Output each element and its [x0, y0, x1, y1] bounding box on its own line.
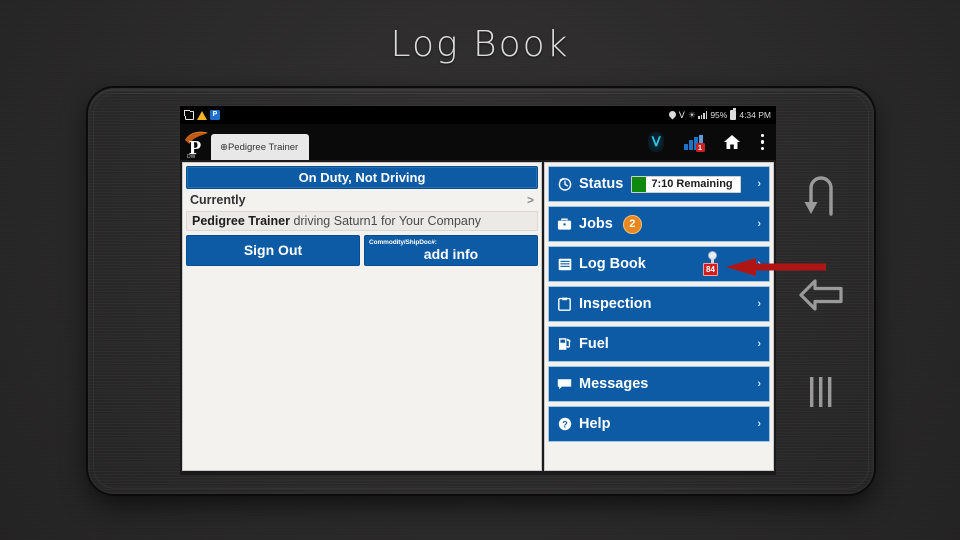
status-bar-right-icons: ᐯ ☀ 95% 4:34 PM — [669, 108, 771, 120]
chevron-right-icon: › — [757, 298, 761, 310]
jobs-count-badge: 2 — [622, 214, 642, 234]
chevron-right-icon: › — [757, 218, 761, 230]
menu-label-log-book: Log Book — [579, 256, 646, 272]
back-icon[interactable] — [798, 275, 844, 315]
main-menu-panel: Status 7:10 Remaining › Jobs 2 › Log Boo… — [544, 162, 774, 471]
chevron-right-icon: › — [757, 258, 761, 270]
chevron-right-icon: › — [757, 418, 761, 430]
app-bar: P DW ⊕Pedigree Trainer ᐯ 1 — [180, 124, 776, 160]
menu-item-fuel[interactable]: Fuel › — [548, 326, 770, 362]
battery-icon — [730, 108, 737, 120]
menu-label-fuel: Fuel — [579, 336, 609, 352]
status-remaining-pill: 7:10 Remaining — [631, 175, 741, 193]
chevron-right-icon: › — [757, 178, 761, 190]
pedigree-app-icon: P — [210, 110, 220, 120]
signal-badge-count: 1 — [695, 142, 705, 152]
svg-text:DW: DW — [187, 154, 196, 159]
clipboard-icon — [557, 297, 572, 311]
screenshot-icon — [184, 109, 194, 120]
chevron-right-icon: › — [757, 338, 761, 350]
clock-icon — [557, 177, 572, 191]
clock-label: 4:34 PM — [739, 110, 771, 120]
overflow-menu-icon[interactable] — [760, 133, 764, 151]
menu-label-help: Help — [579, 416, 611, 432]
log-book-badge-count: 84 — [703, 263, 718, 276]
rotate-back-icon[interactable] — [801, 170, 841, 216]
location-pin-icon — [669, 111, 676, 120]
menu-label-messages: Messages — [579, 376, 649, 392]
chevron-right-icon: › — [757, 378, 761, 390]
pedigree-logo-icon: P DW — [183, 129, 209, 159]
app-content: On Duty, Not Driving Currently > Pedigre… — [180, 160, 776, 475]
bluetooth-icon: ᐯ — [678, 109, 685, 120]
driver-detail: driving Saturn1 for Your Company — [289, 214, 482, 228]
bluetooth-icon[interactable]: ᐯ — [648, 132, 665, 152]
speech-bubble-icon — [557, 378, 572, 390]
left-panel-empty-area — [186, 270, 538, 467]
briefcase-icon — [557, 218, 572, 231]
status-color-swatch — [632, 176, 647, 192]
app-bar-actions: ᐯ 1 — [648, 124, 776, 160]
menu-item-help[interactable]: ? Help › — [548, 406, 770, 442]
svg-text:?: ? — [562, 419, 568, 429]
currently-row[interactable]: Currently > — [186, 193, 538, 207]
menu-label-jobs: Jobs — [579, 216, 613, 232]
page-title: Log Book — [390, 24, 570, 65]
menu-item-inspection[interactable]: Inspection › — [548, 286, 770, 322]
currently-label: Currently — [190, 193, 246, 207]
list-lines-icon — [557, 258, 572, 271]
signal-strength-icon[interactable]: 1 — [684, 134, 705, 152]
log-book-hours-indicator: 84 — [701, 251, 727, 279]
add-info-button[interactable]: Commodity/ShipDoc#: add info — [364, 235, 538, 266]
android-status-bar: P ᐯ ☀ 95% 4:34 PM — [180, 106, 776, 124]
battery-percent-label: 95% — [710, 110, 728, 120]
driver-name: Pedigree Trainer — [192, 214, 290, 228]
cell-signal-icon — [697, 111, 708, 119]
browser-tab-pedigree-trainer[interactable]: ⊕Pedigree Trainer — [211, 134, 310, 160]
tablet-screen: P ᐯ ☀ 95% 4:34 PM P DW ⊕Pedigree Trainer… — [180, 106, 776, 475]
driver-status-panel: On Duty, Not Driving Currently > Pedigre… — [182, 162, 542, 471]
menu-label-inspection: Inspection — [579, 296, 652, 312]
android-navigation-buttons — [790, 150, 852, 450]
home-icon[interactable] — [723, 134, 741, 150]
fuel-pump-icon — [557, 337, 572, 351]
question-circle-icon: ? — [557, 417, 572, 431]
menu-item-jobs[interactable]: Jobs 2 › — [548, 206, 770, 242]
driver-assignment-line: Pedigree Trainer driving Saturn1 for You… — [186, 211, 538, 231]
tab-label: ⊕Pedigree Trainer — [220, 141, 299, 153]
menu-label-status: Status — [579, 176, 624, 192]
chevron-right-icon: > — [526, 193, 534, 207]
status-bar-left-icons: P — [184, 109, 220, 120]
menu-item-status[interactable]: Status 7:10 Remaining › — [548, 166, 770, 202]
menu-item-messages[interactable]: Messages › — [548, 366, 770, 402]
recents-icon[interactable] — [803, 374, 839, 410]
status-remaining-text: 7:10 Remaining — [651, 178, 733, 190]
sign-out-button[interactable]: Sign Out — [186, 235, 360, 266]
duty-status-button[interactable]: On Duty, Not Driving — [186, 166, 538, 189]
left-panel-actions: Sign Out Commodity/ShipDoc#: add info — [186, 235, 538, 266]
wifi-icon: ☀ — [687, 109, 696, 120]
warning-triangle-icon — [197, 110, 207, 120]
menu-item-log-book[interactable]: Log Book 84 › — [548, 246, 770, 282]
add-info-label: add info — [423, 246, 479, 263]
